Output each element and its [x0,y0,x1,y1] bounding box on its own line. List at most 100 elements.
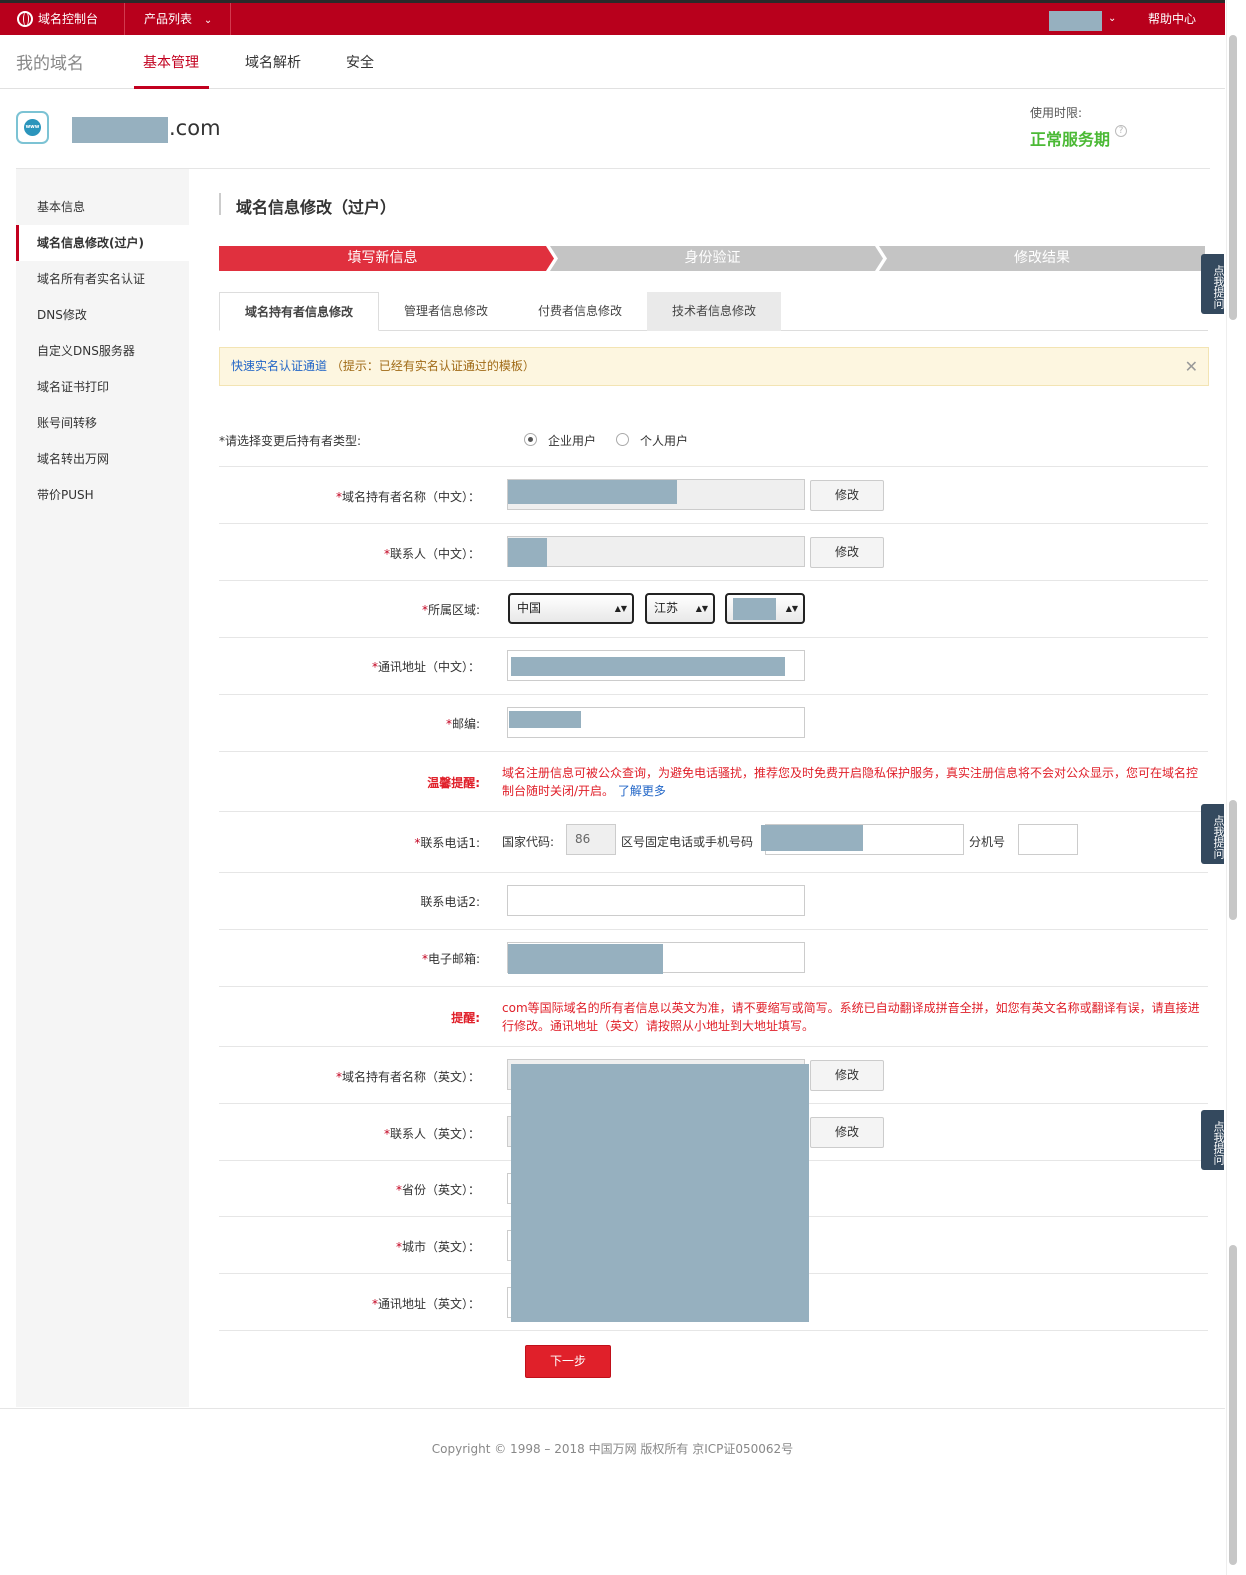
row-divider [219,1046,1208,1047]
sidebar-item-price-push[interactable]: 带价PUSH [16,477,189,513]
area-phone-label: 区号固定电话或手机号码 [621,835,754,849]
sidebar-item-transfer-out[interactable]: 域名转出万网 [16,441,189,477]
tab-admin-info[interactable]: 管理者信息修改 [379,292,513,331]
sidebar-item-real-name[interactable]: 域名所有者实名认证 [16,261,189,297]
ask-question-button[interactable]: 点我提问 [1201,254,1225,314]
redacted-value [511,657,785,676]
sidebar-item-account-transfer[interactable]: 账号间转移 [16,405,189,441]
top-divider [124,3,125,35]
row-divider [219,872,1208,873]
edit-owner-cn-button[interactable]: 修改 [810,480,884,511]
edit-owner-en-button[interactable]: 修改 [810,1060,884,1091]
owner-en-label: *域名持有者名称（英文）： [335,1070,480,1084]
scrollbar-thumb[interactable] [1229,1245,1237,1565]
redacted-value [761,825,863,851]
ask-question-button[interactable]: 点我提问 [1201,1110,1225,1170]
tab-owner-info[interactable]: 域名持有者信息修改 [219,292,379,331]
console-link[interactable]: 域名控制台 [17,3,98,35]
tab-tech-info[interactable]: 技术者信息修改 [647,292,781,331]
page-title: 域名信息修改（过户） [236,198,397,217]
tab-security[interactable]: 安全 [346,52,374,72]
row-divider [219,986,1208,987]
next-step-button[interactable]: 下一步 [525,1345,611,1378]
sidebar-item-certificate[interactable]: 域名证书打印 [16,369,189,405]
scrollbar-thumb[interactable] [1229,800,1237,920]
learn-more-link[interactable]: 了解更多 [618,784,666,798]
row-divider [219,1330,1208,1331]
redacted-value [508,480,677,504]
radio-personal-label: 个人用户 [640,434,689,448]
redacted-value [733,598,776,620]
edit-contact-en-button[interactable]: 修改 [810,1117,884,1148]
help-center-link[interactable]: 帮助中心 [1148,3,1196,35]
step-identity-verify: 身份验证 [684,250,741,266]
close-icon[interactable]: ✕ [1185,348,1198,385]
row-divider [219,580,1208,581]
contact-tabs: 域名持有者信息修改 管理者信息修改 付费者信息修改 技术者信息修改 [219,292,1208,331]
row-divider [219,523,1208,524]
row-divider [219,929,1208,930]
service-status: 正常服务期 [1030,130,1111,149]
www-badge: www [24,119,41,136]
domain-name-redacted [72,117,168,143]
sidebar-item-basic-info[interactable]: 基本信息 [16,189,189,225]
progress-steps: 填写新信息 身份验证 修改结果 [219,246,1205,271]
tab-basic-management[interactable]: 基本管理 [143,52,199,72]
chevron-down-icon[interactable]: ⌄ [1108,3,1116,35]
radio-enterprise[interactable] [524,433,537,446]
sidebar-item-transfer-owner[interactable]: 域名信息修改(过户) [16,225,189,261]
notice-tip: （提示：已经有实名认证通过的模板） [330,359,535,373]
row-divider [219,694,1208,695]
sidebar-item-custom-dns[interactable]: 自定义DNS服务器 [16,333,189,369]
country-select[interactable]: 中国 ▲▼ [508,593,634,624]
reminder-label: 提醒: [451,1011,480,1025]
row-divider [219,637,1208,638]
radio-enterprise-label: 企业用户 [548,434,597,448]
row-divider [219,751,1208,752]
edit-contact-cn-button[interactable]: 修改 [810,537,884,568]
postcode-label: *邮编: [445,717,480,731]
user-account-redacted[interactable] [1049,11,1102,31]
contact-cn-label: *联系人（中文）： [383,547,480,561]
question-icon[interactable]: ? [1115,125,1127,137]
warm-tip-text: 域名注册信息可被公众查询，为避免电话骚扰，推荐您及时免费开启隐私保护服务，真实注… [502,766,1199,798]
city-en-label: *城市（英文）： [395,1240,480,1254]
product-list-menu[interactable]: 产品列表 ⌄ [144,3,212,35]
domain-suffix: .com [169,116,221,140]
active-tab-indicator [134,86,209,89]
address-cn-label: *通讯地址（中文）： [371,660,480,674]
redacted-value [508,944,663,974]
my-domains-title[interactable]: 我的域名 [16,49,84,74]
phone2-label: 联系电话2: [420,895,480,909]
country-code-input[interactable]: 86 [566,824,616,855]
contact-cn-input[interactable] [507,536,805,567]
email-label: *电子邮箱: [421,952,480,966]
step-result: 修改结果 [1014,250,1070,266]
term-label: 使用时限: [1030,106,1083,120]
top-divider [230,3,231,35]
ask-question-button[interactable]: 点我提问 [1201,804,1225,864]
chevron-down-icon: ⌄ [203,15,213,26]
warm-tip-label: 温馨提醒: [427,776,480,790]
phone2-input[interactable] [507,885,805,916]
reminder-text: com等国际域名的所有者信息以英文为准，请不要缩写或简写。系统已自动翻译成拼音全… [502,1001,1200,1033]
product-list-label: 产品列表 [144,12,193,26]
domain-www-icon: www [16,111,49,144]
quick-realname-link[interactable]: 快速实名认证通道 [231,359,327,373]
footer-copyright: Copyright © 1998 – 2018 中国万网 版权所有 京ICP证0… [431,1442,794,1456]
extension-input[interactable] [1018,824,1078,855]
holder-type-label: *请选择变更后持有者类型: [219,434,362,448]
extension-label: 分机号 [969,835,1006,849]
radio-personal[interactable] [616,433,629,446]
console-label: 域名控制台 [38,12,99,26]
address-en-label: *通讯地址（英文）： [371,1297,480,1311]
province-en-label: *省份（英文）： [395,1183,480,1197]
province-select[interactable]: 江苏 ▲▼ [645,593,715,624]
sidebar-item-dns-modify[interactable]: DNS修改 [16,297,189,333]
row-divider [219,811,1208,812]
top-bar: 域名控制台 产品列表 ⌄ ⌄ 帮助中心 [0,0,1225,35]
tab-dns-resolution[interactable]: 域名解析 [245,52,301,72]
region-label: *所属区域: [421,603,480,617]
tab-billing-info[interactable]: 付费者信息修改 [513,292,647,331]
scrollbar-thumb[interactable] [1229,35,1237,320]
